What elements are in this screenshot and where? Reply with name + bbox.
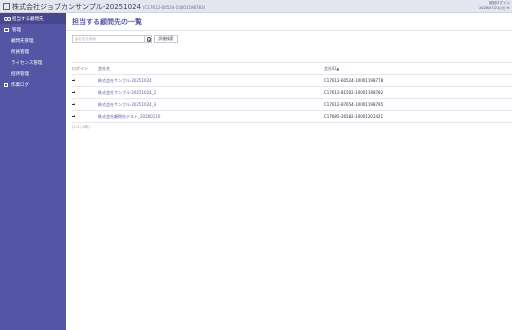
login-icon[interactable] bbox=[72, 114, 77, 118]
login-icon[interactable] bbox=[72, 78, 77, 82]
login-icon[interactable] bbox=[72, 102, 77, 106]
company-name-link[interactable]: 株式会社顧問先テスト_20260116 bbox=[98, 110, 324, 123]
sidebar-item-label: 顧問先管理 bbox=[11, 38, 34, 44]
sidebar-item-label: ライセンス管理 bbox=[11, 60, 43, 66]
page-title: 担当する顧問先の一覧 bbox=[72, 18, 142, 26]
sidebar-item-label: 所員管理 bbox=[11, 49, 29, 55]
company-name-link[interactable]: 株式会社サンプル-20251024_3 bbox=[98, 98, 324, 111]
table-header-row: ログイン 会社名 会社ID▲ bbox=[72, 62, 512, 75]
table-row: 株式会社サンプル-20251024_2 C17612-81502-1000119… bbox=[72, 86, 512, 99]
search-input[interactable]: 会社名を検索 bbox=[72, 35, 144, 43]
last-login-info: 前回ログイン 2026/07/21(火) 9: bbox=[479, 1, 510, 11]
sidebar-item-assigned-clients[interactable]: 担当する顧問先 bbox=[0, 13, 66, 24]
sidebar: 担当する顧問先 管理 顧問先管理 所員管理 ライセンス管理 招待管理 作業ログ bbox=[0, 13, 66, 330]
sidebar-item-label: 管理 bbox=[12, 27, 21, 33]
sidebar-item-staff-management[interactable]: 所員管理 bbox=[0, 46, 66, 57]
sidebar-item-management[interactable]: 管理 bbox=[0, 24, 66, 35]
company-name-link[interactable]: 株式会社サンプル-20251024_2 bbox=[98, 86, 324, 99]
result-count: (1-4 / 4件) bbox=[72, 125, 90, 129]
box-icon bbox=[4, 27, 9, 32]
sidebar-item-invitation-management[interactable]: 招待管理 bbox=[0, 68, 66, 79]
table-row: 株式会社サンプル-20251024 C17612-60524-100011987… bbox=[72, 74, 512, 87]
client-table: ログイン 会社名 会社ID▲ 株式会社サンプル-20251024 C17612-… bbox=[72, 62, 512, 123]
column-header-company-id[interactable]: 会社ID▲ bbox=[324, 62, 512, 75]
sidebar-item-label: 担当する顧問先 bbox=[12, 16, 44, 22]
title-divider bbox=[66, 30, 512, 31]
sidebar-item-label: 作業ログ bbox=[11, 82, 29, 88]
building-icon bbox=[3, 3, 10, 10]
table-row: 株式会社顧問先テスト_20260116 C17685-26582-1000120… bbox=[72, 110, 512, 123]
company-id: C17612-87654-10001198795 bbox=[324, 98, 512, 111]
last-login-value: 2026/07/21(火) 9: bbox=[479, 6, 510, 10]
company-name-link[interactable]: 株式会社サンプル-20251024 bbox=[98, 74, 324, 87]
doc-icon bbox=[4, 82, 8, 87]
company-id: C17685-26582-10001201421 bbox=[324, 110, 512, 123]
app-subtitle: (C17612-60524-10001198783) bbox=[142, 5, 206, 10]
search-button[interactable] bbox=[144, 35, 152, 43]
sidebar-item-client-management[interactable]: 顧問先管理 bbox=[0, 35, 66, 46]
main-content: 担当する顧問先の一覧 会社名を検索 詳細検索 ログイン 会社名 会社ID▲ 株式… bbox=[66, 13, 512, 330]
brand: 株式会社ジョブカンサンプル-20251024 (C17612-60524-100… bbox=[3, 2, 205, 11]
company-id: C17612-81502-10001198782 bbox=[324, 86, 512, 99]
table-row: 株式会社サンプル-20251024_3 C17612-87654-1000119… bbox=[72, 98, 512, 111]
top-bar: 株式会社ジョブカンサンプル-20251024 (C17612-60524-100… bbox=[0, 0, 512, 13]
people-icon bbox=[4, 16, 11, 21]
search-bar: 会社名を検索 詳細検索 bbox=[72, 35, 178, 43]
sidebar-item-label: 招待管理 bbox=[11, 71, 29, 77]
company-id: C17612-60524-10001198778 bbox=[324, 74, 512, 87]
column-header-company-name[interactable]: 会社名 bbox=[98, 62, 324, 75]
advanced-search-button[interactable]: 詳細検索 bbox=[154, 35, 178, 43]
login-icon[interactable] bbox=[72, 90, 77, 94]
sidebar-item-work-log[interactable]: 作業ログ bbox=[0, 79, 66, 90]
app-title: 株式会社ジョブカンサンプル-20251024 bbox=[12, 3, 141, 11]
sidebar-item-license-management[interactable]: ライセンス管理 bbox=[0, 57, 66, 68]
column-header-login: ログイン bbox=[72, 62, 98, 75]
